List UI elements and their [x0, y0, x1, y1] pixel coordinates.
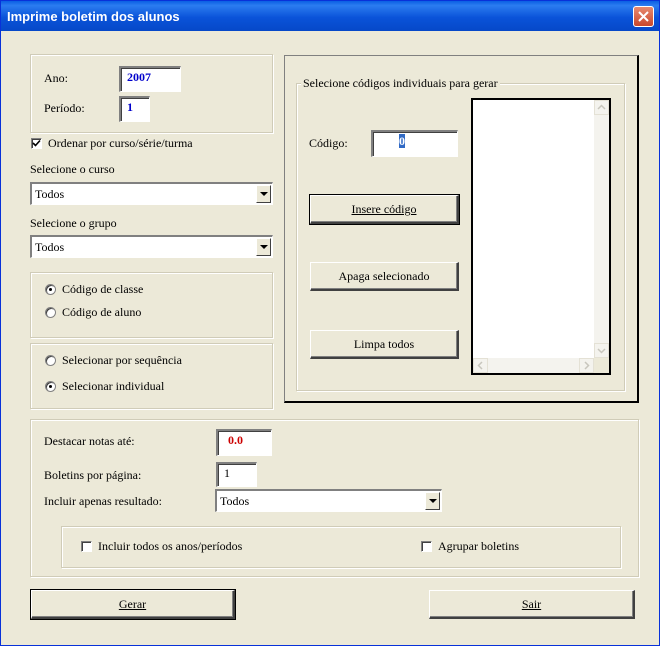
codigo-aluno-label: Código de aluno — [62, 305, 142, 319]
resultado-label: Incluir apenas resultado: — [44, 494, 162, 508]
grupo-select[interactable]: Todos — [30, 235, 273, 258]
selecionar-sequencia-label: Selecionar por sequência — [62, 353, 182, 367]
boletins-field[interactable]: 1 — [216, 462, 257, 487]
sair-button[interactable]: Sair — [429, 590, 635, 619]
chevron-down-icon — [597, 348, 606, 354]
destacar-field[interactable]: 0.0 — [216, 429, 272, 456]
ano-label: Ano: — [44, 71, 68, 85]
apaga-selecionado-button[interactable]: Apaga selecionado — [310, 262, 459, 291]
selecionar-individual-label: Selecionar individual — [62, 379, 165, 393]
horizontal-scrollbar[interactable] — [473, 358, 594, 373]
selecionar-individual-radio[interactable] — [45, 381, 56, 392]
dialog-window: Imprime boletim dos alunos Ano: 2007 Per… — [0, 0, 660, 646]
selecionar-sequencia-radio[interactable] — [45, 355, 56, 366]
limpa-todos-button[interactable]: Limpa todos — [310, 330, 459, 359]
checkmark-icon — [32, 139, 41, 147]
chevron-down-icon[interactable] — [425, 492, 440, 510]
periodo-field[interactable]: 1 — [119, 96, 150, 122]
todos-anos-label: Incluir todos os anos/períodos — [98, 539, 243, 553]
scroll-corner — [594, 358, 609, 373]
codigo-classe-radio[interactable] — [45, 284, 56, 295]
ano-field[interactable]: 2007 — [119, 66, 181, 92]
limpa-todos-label: Limpa todos — [353, 337, 415, 351]
sair-label: Sair — [521, 597, 542, 611]
individual-codes-group-label: Selecione códigos individuais para gerar — [301, 76, 500, 91]
vertical-scrollbar[interactable] — [594, 100, 609, 358]
codigo-classe-label: Código de classe — [62, 282, 144, 296]
gerar-button[interactable]: Gerar — [30, 589, 236, 620]
curso-select[interactable]: Todos — [30, 182, 273, 205]
codes-listbox[interactable] — [471, 98, 611, 375]
chevron-up-icon — [597, 104, 606, 110]
chevron-down-icon[interactable] — [256, 185, 271, 203]
codigo-label: Código: — [309, 136, 348, 150]
codigo-value: 0 — [399, 134, 405, 148]
title-bar[interactable]: Imprime boletim dos alunos — [1, 1, 659, 31]
close-button[interactable] — [633, 6, 654, 27]
insere-codigo-label: Insere código — [351, 202, 417, 216]
ordenar-label: Ordenar por curso/série/turma — [48, 136, 193, 150]
window-title: Imprime boletim dos alunos — [7, 9, 180, 24]
apaga-selecionado-label: Apaga selecionado — [338, 269, 430, 283]
gerar-label: Gerar — [118, 597, 147, 611]
todos-anos-checkbox[interactable] — [81, 541, 92, 552]
scroll-down-button[interactable] — [594, 343, 609, 358]
agrupar-checkbox[interactable] — [421, 541, 432, 552]
scroll-right-button[interactable] — [579, 358, 594, 373]
resultado-select[interactable]: Todos — [215, 489, 442, 512]
curso-value: Todos — [35, 187, 65, 201]
scroll-up-button[interactable] — [594, 100, 609, 115]
close-icon — [638, 11, 649, 22]
curso-label: Selecione o curso — [30, 162, 115, 176]
destacar-label: Destacar notas até: — [44, 434, 135, 448]
chevron-right-icon — [584, 361, 590, 370]
agrupar-label: Agrupar boletins — [438, 539, 519, 553]
periodo-label: Período: — [44, 101, 85, 115]
chevron-left-icon — [477, 361, 483, 370]
chevron-down-icon[interactable] — [256, 238, 271, 256]
insere-codigo-button[interactable]: Insere código — [309, 194, 460, 225]
resultado-value: Todos — [220, 494, 250, 508]
codigo-field[interactable]: 0 — [371, 130, 458, 157]
grupo-label: Selecione o grupo — [30, 216, 117, 230]
codigo-aluno-radio[interactable] — [45, 307, 56, 318]
scroll-left-button[interactable] — [473, 358, 488, 373]
grupo-value: Todos — [35, 240, 65, 254]
ordenar-checkbox[interactable] — [31, 138, 42, 149]
boletins-label: Boletins por página: — [44, 468, 142, 482]
